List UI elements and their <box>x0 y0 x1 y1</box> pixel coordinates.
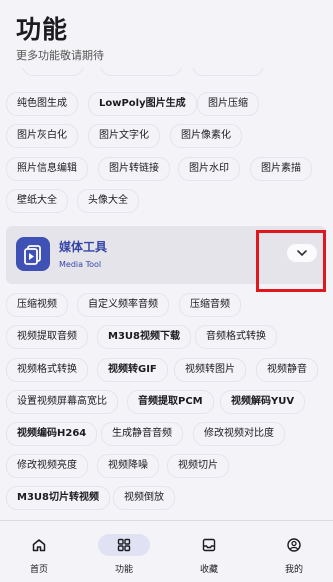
feature-chip-hidden <box>100 68 182 76</box>
feature-chip[interactable]: 音频格式转换 <box>195 325 277 349</box>
nav-pill-profile <box>268 534 320 556</box>
nav-label-profile: 我的 <box>284 565 303 575</box>
feature-chip[interactable]: 视频降噪 <box>97 454 159 478</box>
nav-item-favorites[interactable]: 收藏 <box>169 521 249 582</box>
nav-label-favorites: 收藏 <box>199 565 218 575</box>
feature-chip-hidden <box>22 68 84 76</box>
nav-pill-features <box>98 534 150 556</box>
page-subtitle: 更多功能敬请期待 <box>16 49 104 62</box>
nav-pill-home <box>13 534 65 556</box>
feature-chip[interactable]: 修改视频亮度 <box>6 454 88 478</box>
feature-chip[interactable]: 设置视频屏幕高宽比 <box>6 390 118 414</box>
feature-chip[interactable]: 图片像素化 <box>170 124 242 148</box>
feature-chip[interactable]: 视频转图片 <box>174 358 246 382</box>
feature-chip[interactable]: 图片灰白化 <box>6 124 78 148</box>
home-icon <box>32 539 46 552</box>
feature-chip[interactable]: 图片水印 <box>178 157 240 181</box>
feature-chip[interactable]: 视频切片 <box>167 454 229 478</box>
nav-label-home: 首页 <box>29 565 48 575</box>
media-tool-title: 媒体工具 <box>59 240 108 254</box>
feature-chip[interactable]: 压缩视频 <box>6 293 68 317</box>
nav-item-home[interactable]: 首页 <box>0 521 79 582</box>
feature-chip[interactable]: 视频编码H264 <box>6 422 98 446</box>
profile-icon <box>287 538 301 552</box>
feature-chip[interactable]: 生成静音音频 <box>101 422 183 446</box>
feature-chip[interactable]: 自定义频率音频 <box>77 293 169 317</box>
video-play-icon <box>16 237 50 271</box>
media-tool-subtitle: Media Tool <box>59 260 102 269</box>
nav-label-features: 功能 <box>114 565 133 575</box>
grid-icon <box>117 538 131 552</box>
inbox-icon <box>202 538 216 552</box>
feature-chip[interactable]: 照片信息编辑 <box>6 157 88 181</box>
feature-list[interactable]: 纯色图生成 LowPoly图片生成 图片压缩 图片灰白化 图片文字化 图片像素化… <box>0 68 333 520</box>
feature-chip[interactable]: 视频倒放 <box>113 486 175 510</box>
feature-chip-hidden <box>192 68 264 76</box>
feature-chip[interactable]: 压缩音频 <box>179 293 241 317</box>
feature-chip[interactable]: 视频提取音频 <box>6 325 88 349</box>
page-header: 功能 更多功能敬请期待 <box>0 0 333 68</box>
feature-chip[interactable]: 图片素描 <box>250 157 312 181</box>
feature-chip[interactable]: 壁纸大全 <box>6 189 68 213</box>
feature-chip[interactable]: 图片文字化 <box>88 124 160 148</box>
feature-chip[interactable]: 视频转GIF <box>97 358 168 382</box>
feature-chip[interactable]: 纯色图生成 <box>6 92 78 116</box>
feature-chip[interactable]: M3U8视频下载 <box>97 325 191 349</box>
nav-pill-favorites <box>183 534 235 556</box>
nav-item-features[interactable]: 功能 <box>84 521 164 582</box>
feature-chip[interactable]: 图片压缩 <box>197 92 259 116</box>
feature-chip[interactable]: 图片转链接 <box>98 157 170 181</box>
feature-chip[interactable]: 视频静音 <box>256 358 318 382</box>
bottom-navigation: 首页 功能 收藏 我的 <box>0 521 333 582</box>
feature-chip[interactable]: LowPoly图片生成 <box>88 92 197 116</box>
feature-chip[interactable]: 视频解码YUV <box>220 390 306 414</box>
feature-chip[interactable]: 视频格式转换 <box>6 358 88 382</box>
page-title: 功能 <box>16 15 69 44</box>
feature-chip[interactable]: M3U8切片转视频 <box>6 486 110 510</box>
nav-item-profile[interactable]: 我的 <box>254 521 333 582</box>
feature-chip[interactable]: 修改视频对比度 <box>193 422 285 446</box>
annotation-highlight-box <box>256 230 326 292</box>
feature-chip[interactable]: 音频提取PCM <box>127 390 214 414</box>
feature-chip[interactable]: 头像大全 <box>77 189 139 213</box>
